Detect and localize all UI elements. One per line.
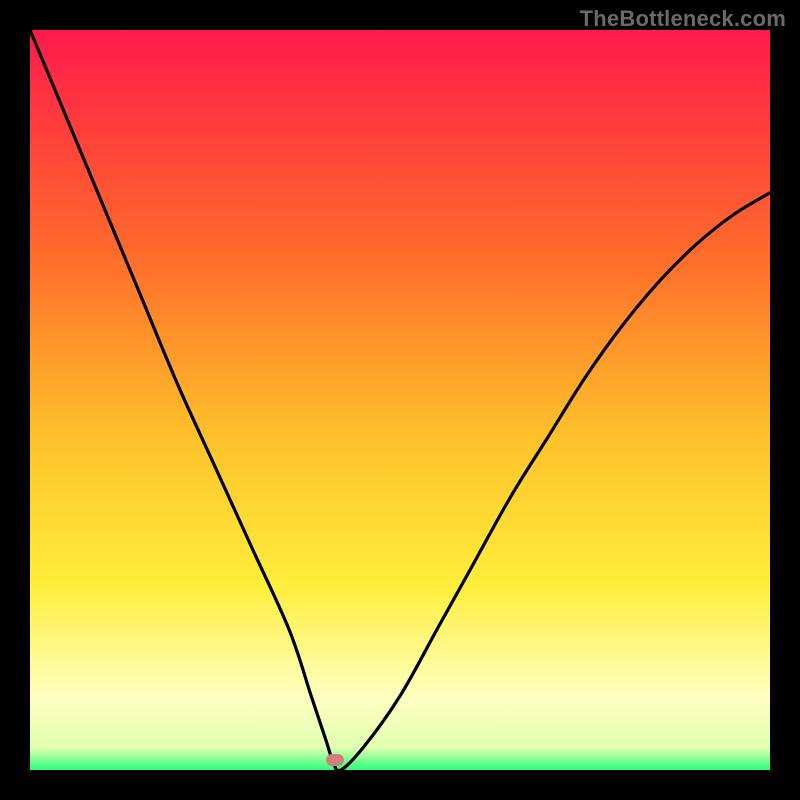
plot-background	[30, 30, 770, 770]
watermark-text: TheBottleneck.com	[580, 6, 786, 32]
bottleneck-chart	[0, 0, 800, 800]
minimum-marker	[326, 754, 344, 766]
chart-frame: TheBottleneck.com	[0, 0, 800, 800]
